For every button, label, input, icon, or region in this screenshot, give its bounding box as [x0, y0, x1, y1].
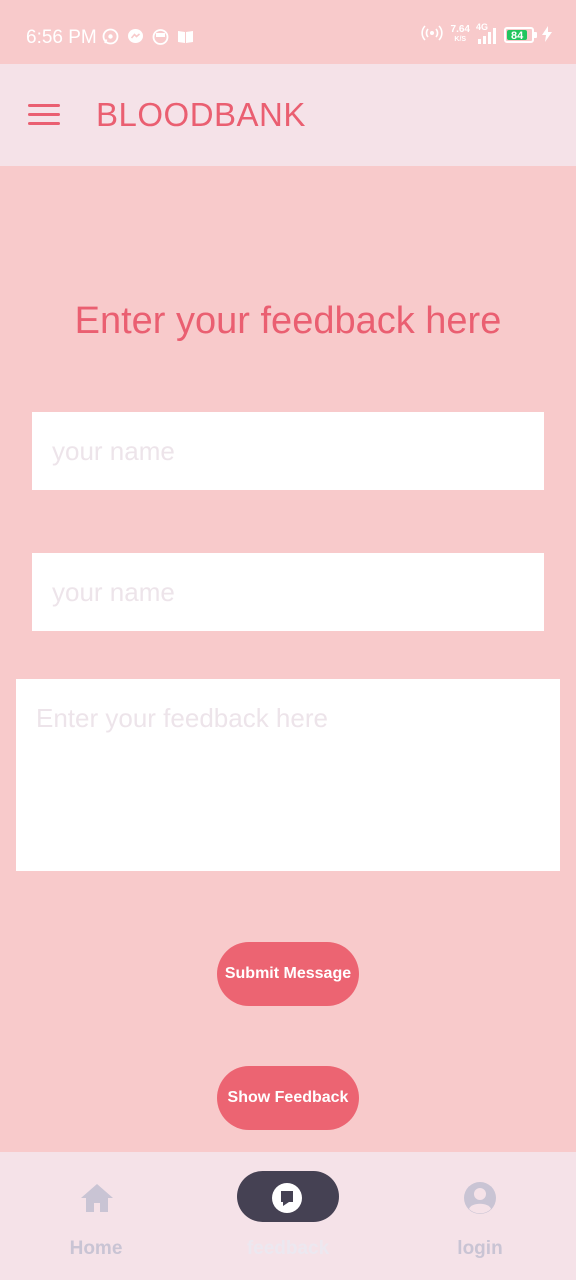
feedback-textarea[interactable]	[16, 679, 560, 871]
net-speed-unit: K/S	[454, 36, 467, 43]
battery-level: 84	[507, 30, 528, 42]
home-icon	[81, 1184, 113, 1212]
status-bar: 6:56 PM 7.64 K/S 4G 84	[0, 0, 576, 64]
system-status-icons: 7.64 K/S 4G 84	[420, 22, 552, 46]
signal-icon: 4G	[476, 22, 496, 44]
nav-label-feedback: feedback	[246, 1238, 330, 1259]
name-input[interactable]	[32, 412, 544, 490]
nav-label-home: Home	[69, 1238, 123, 1259]
page-heading: Enter your feedback here	[74, 300, 502, 342]
app-bar: BLOODBANK	[0, 64, 576, 166]
battery-icon: 84	[504, 27, 537, 43]
book-icon	[177, 28, 194, 45]
app-icon	[152, 28, 169, 45]
whatsapp-icon	[102, 28, 119, 45]
submit-message-button[interactable]: Submit Message	[217, 942, 359, 1006]
feedback-icon	[272, 1183, 302, 1213]
net-speed-value: 7.64	[450, 24, 470, 35]
account-circle-icon	[464, 1182, 496, 1214]
notification-icons	[102, 28, 194, 45]
status-time: 6:56 PM	[26, 27, 97, 48]
hotspot-icon	[420, 24, 443, 46]
nav-item-feedback[interactable]: feedback	[192, 1152, 384, 1280]
messenger-icon	[127, 28, 144, 45]
nav-label-login: login	[457, 1238, 503, 1259]
bottom-navigation: Home feedback login	[0, 1152, 576, 1280]
show-feedback-button[interactable]: Show Feedback	[217, 1066, 359, 1130]
nav-item-login[interactable]: login	[384, 1152, 576, 1280]
net-speed: 7.64 K/S	[451, 25, 470, 45]
active-indicator	[237, 1171, 339, 1222]
app-title: BLOODBANK	[96, 96, 306, 133]
nav-item-home[interactable]: Home	[0, 1152, 192, 1280]
hamburger-menu-icon[interactable]	[28, 104, 60, 126]
charging-icon	[542, 25, 552, 45]
network-type: 4G	[476, 22, 489, 32]
second-name-input[interactable]	[32, 553, 544, 631]
